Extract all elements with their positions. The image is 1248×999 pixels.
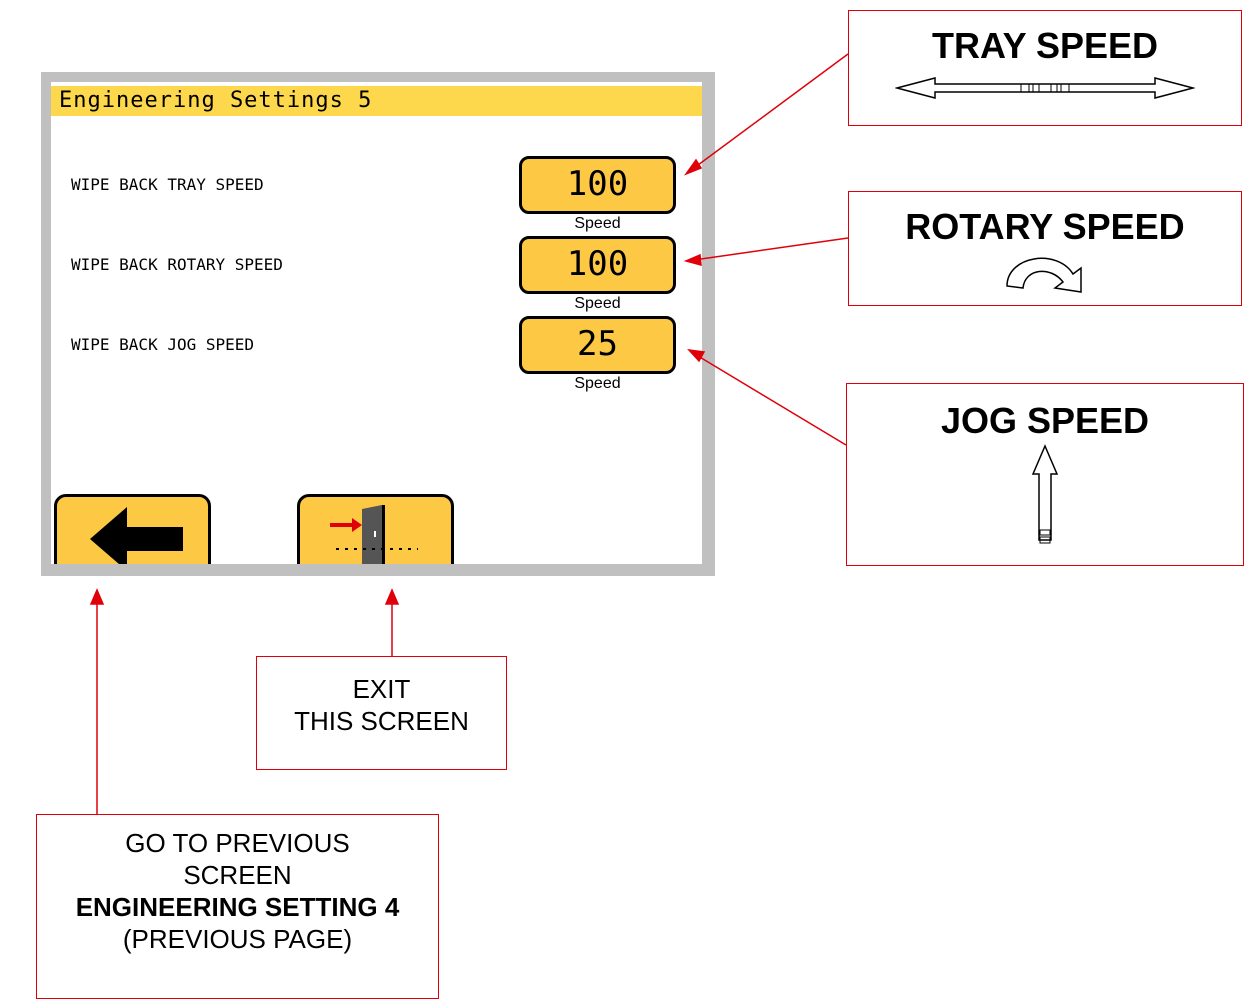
rotary-connector-line bbox=[693, 237, 849, 261]
rotary-connector-arrowhead bbox=[683, 253, 702, 267]
jog-connector-arrowhead bbox=[687, 348, 706, 363]
previous-connector-arrowhead bbox=[89, 588, 105, 605]
callout-connectors bbox=[89, 53, 849, 814]
jog-connector-line bbox=[697, 355, 847, 446]
tray-connector-line bbox=[693, 53, 849, 169]
tray-connector-arrowhead bbox=[683, 158, 703, 176]
exit-connector-arrowhead bbox=[384, 588, 400, 605]
